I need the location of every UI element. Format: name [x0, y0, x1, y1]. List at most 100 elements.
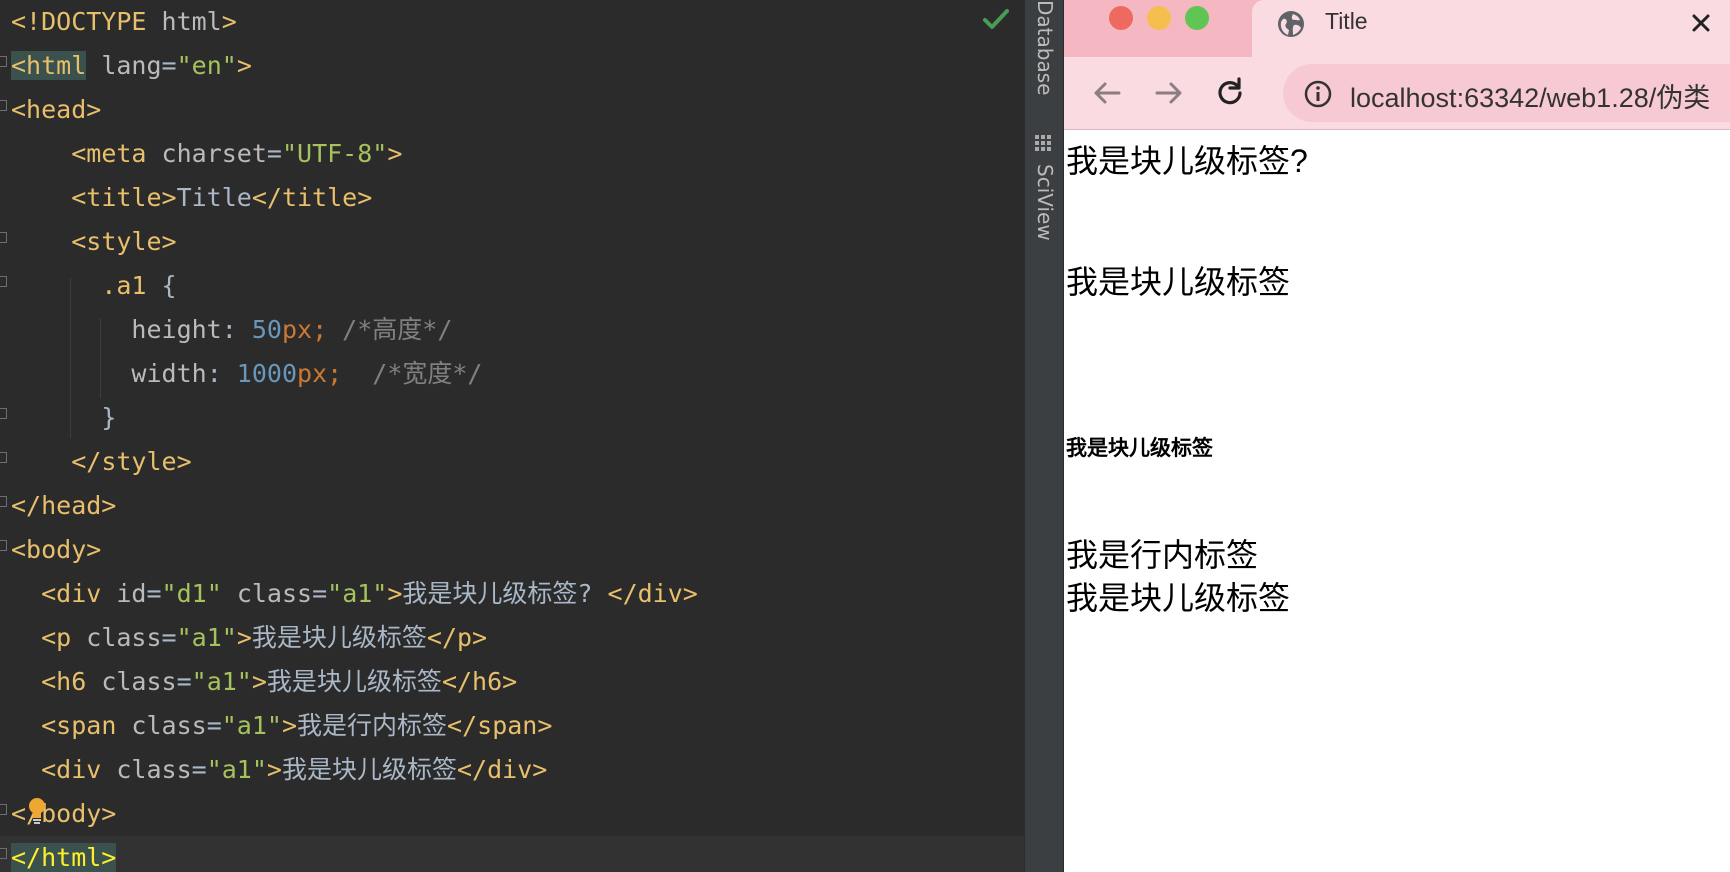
fold-marker[interactable] [0, 804, 7, 815]
window-minimize-button[interactable] [1147, 6, 1171, 30]
code-line[interactable]: } [0, 396, 1024, 440]
fold-marker[interactable] [0, 276, 7, 287]
code-line[interactable]: <style> [0, 220, 1024, 264]
lightbulb-icon[interactable] [28, 797, 46, 825]
code-line[interactable]: <body> [0, 528, 1024, 572]
fold-marker[interactable] [0, 408, 7, 419]
code-token: .a1 [101, 271, 147, 300]
code-token: </span> [447, 711, 553, 740]
code-line[interactable]: </html> [0, 836, 1024, 872]
code-token: = [266, 139, 282, 168]
code-line[interactable]: <div id="d1" class="a1">我是块儿级标签? </div> [0, 572, 1024, 616]
code-line[interactable]: .a1 { [0, 264, 1024, 308]
code-line[interactable]: <h6 class="a1">我是块儿级标签</h6> [0, 660, 1024, 704]
code-line-text: </head> [11, 484, 116, 528]
rendered-div-d1: 我是块儿级标签? [1066, 143, 1308, 179]
fold-marker[interactable] [0, 232, 7, 243]
code-token: > [281, 711, 298, 740]
code-token: </p> [426, 623, 488, 652]
code-token: } [101, 403, 117, 432]
code-line[interactable]: <title>Title</title> [0, 176, 1024, 220]
code-line[interactable]: <!DOCTYPE html> [0, 0, 1024, 44]
code-token: : [206, 359, 237, 388]
back-arrow-icon[interactable] [1090, 76, 1124, 110]
code-token: class [101, 755, 192, 784]
code-line-text: <div id="d1" class="a1">我是块儿级标签? </div> [11, 572, 698, 616]
code-line-text: <html lang="en"> [11, 44, 252, 88]
code-editor[interactable]: <!DOCTYPE html> <html lang="en"> <head> <m… [0, 0, 1024, 872]
code-token: { [146, 271, 177, 300]
code-token: lang [86, 51, 162, 80]
fold-marker[interactable] [0, 540, 7, 551]
code-line-text: <h6 class="a1">我是块儿级标签</h6> [11, 660, 517, 704]
code-line[interactable]: </head> [0, 484, 1024, 528]
code-token: = [161, 51, 177, 80]
code-token: <head> [11, 95, 102, 124]
code-token: <!DOCTYPE [11, 7, 147, 36]
code-token: <meta [71, 139, 147, 168]
code-line-text: height: 50px; /*高度*/ [11, 308, 452, 352]
code-line-text: .a1 { [11, 264, 177, 308]
fold-marker[interactable] [0, 452, 7, 463]
code-token: width [131, 359, 207, 388]
browser-tab[interactable] [1252, 0, 1730, 60]
code-line[interactable]: width: 1000px; /*宽度*/ [0, 352, 1024, 396]
code-token: <div [41, 579, 102, 608]
indent-guide [100, 318, 101, 398]
code-line[interactable]: </body> [0, 792, 1024, 836]
code-token: <h6 [41, 667, 87, 696]
code-token: </html> [11, 843, 117, 872]
fold-marker[interactable] [0, 100, 7, 111]
code-token: </style> [71, 447, 192, 476]
code-token: class [86, 667, 177, 696]
code-token: 我是块儿级标签 [266, 667, 442, 696]
page-viewport: 我是块儿级标签? 我是块儿级标签 我是块儿级标签 我是行内标签 我是块儿级标签 [1064, 130, 1730, 872]
code-token: Title [176, 183, 252, 212]
window-maximize-button[interactable] [1185, 6, 1209, 30]
code-token: </title> [251, 183, 373, 212]
code-line[interactable]: </style> [0, 440, 1024, 484]
code-token: px [281, 315, 313, 344]
code-line[interactable]: height: 50px; /*高度*/ [0, 308, 1024, 352]
info-icon[interactable] [1304, 80, 1332, 108]
close-icon[interactable] [1690, 12, 1712, 34]
code-line[interactable]: <div class="a1">我是块儿级标签</div> [0, 748, 1024, 792]
code-token: > [236, 51, 252, 80]
tool-tab-sciview[interactable]: SciView [1033, 164, 1057, 241]
grid-icon [1035, 135, 1051, 151]
reload-icon[interactable] [1213, 76, 1247, 110]
rendered-h6: 我是块儿级标签 [1066, 437, 1213, 460]
code-line[interactable]: <span class="a1">我是行内标签</span> [0, 704, 1024, 748]
code-line[interactable]: <html lang="en"> [0, 44, 1024, 88]
url-text[interactable]: localhost:63342/web1.28/伪类 [1350, 76, 1710, 115]
code-line[interactable]: <p class="a1">我是块儿级标签</p> [0, 616, 1024, 660]
code-token: "a1" [327, 579, 388, 608]
code-token: 我是块儿级标签? [402, 579, 608, 608]
code-token: class [116, 711, 207, 740]
forward-arrow-icon[interactable] [1152, 76, 1186, 110]
code-line[interactable]: <meta charset="UTF-8"> [0, 132, 1024, 176]
code-line-text: </style> [11, 440, 192, 484]
code-line-text: <span class="a1">我是行内标签</span> [11, 704, 552, 748]
window-close-button[interactable] [1109, 6, 1133, 30]
code-line-text: <meta charset="UTF-8"> [11, 132, 402, 176]
check-icon[interactable] [983, 8, 1009, 30]
tool-tab-database[interactable]: Database [1033, 0, 1057, 95]
code-token: = [161, 623, 177, 652]
fold-marker[interactable] [0, 848, 7, 859]
code-token: <span [41, 711, 117, 740]
code-token: class [221, 579, 313, 608]
fold-marker[interactable] [0, 496, 7, 507]
fold-marker[interactable] [0, 56, 7, 67]
globe-icon [1278, 11, 1304, 37]
code-line-text: <!DOCTYPE html> [11, 0, 237, 44]
code-token: > [221, 7, 237, 36]
code-line[interactable]: <head> [0, 88, 1024, 132]
